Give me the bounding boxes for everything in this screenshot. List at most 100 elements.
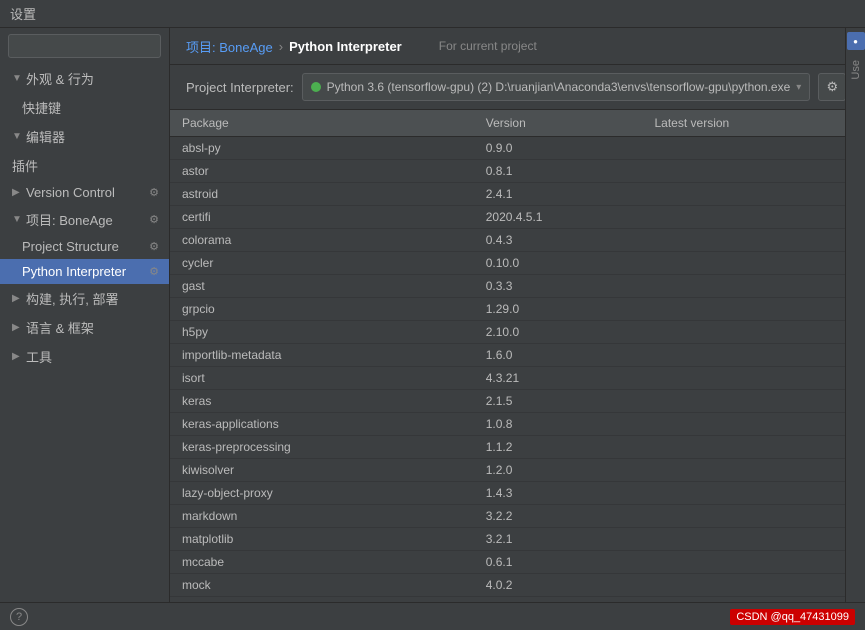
package-version: 0.6.1: [474, 551, 643, 574]
sidebar-item-tools[interactable]: ▶ 工具: [0, 342, 169, 371]
sidebar-section-label: 外观 & 行为: [26, 69, 94, 88]
search-input[interactable]: [15, 39, 154, 53]
table-row[interactable]: colorama0.4.3: [170, 229, 845, 252]
package-version: 3.2.2: [474, 505, 643, 528]
table-row[interactable]: mccabe0.6.1: [170, 551, 845, 574]
package-latest: [643, 459, 846, 482]
package-name: lazy-object-proxy: [170, 482, 474, 505]
table-row[interactable]: importlib-metadata1.6.0: [170, 344, 845, 367]
table-row[interactable]: h5py2.10.0: [170, 321, 845, 344]
main-container: ▼外观 & 行为快捷键▼编辑器插件▶Version Control⚙▼项目: B…: [0, 28, 865, 602]
table-row[interactable]: astroid2.4.1: [170, 183, 845, 206]
sidebar: ▼外观 & 行为快捷键▼编辑器插件▶Version Control⚙▼项目: B…: [0, 28, 170, 602]
package-name: absl-py: [170, 137, 474, 160]
package-name: colorama: [170, 229, 474, 252]
interpreter-row: Project Interpreter: Python 3.6 (tensorf…: [170, 65, 845, 110]
table-row[interactable]: mock4.0.2: [170, 574, 845, 597]
breadcrumb-project[interactable]: 项目: BoneAge: [186, 37, 273, 56]
package-latest: [643, 574, 846, 597]
package-latest: [643, 482, 846, 505]
sidebar-item-build-exec[interactable]: ▶构建, 执行, 部署: [0, 284, 169, 313]
package-latest: [643, 413, 846, 436]
table-row[interactable]: grpcio1.29.0: [170, 298, 845, 321]
tab-bar: For current project: [428, 36, 548, 56]
package-name: grpcio: [170, 298, 474, 321]
sidebar-item-python-interpreter[interactable]: Python Interpreter⚙: [0, 259, 169, 284]
table-row[interactable]: keras2.1.5: [170, 390, 845, 413]
sidebar-item-keymap[interactable]: 快捷键: [0, 93, 169, 122]
config-icon: ⚙: [149, 213, 159, 226]
package-name: mock: [170, 574, 474, 597]
package-tbody: absl-py0.9.0astor0.8.1astroid2.4.1certif…: [170, 137, 845, 603]
sidebar-item-project-boneage[interactable]: ▼项目: BoneAge⚙: [0, 205, 169, 234]
sidebar-item-lang-framework[interactable]: ▶语言 & 框架: [0, 313, 169, 342]
sidebar-item-plugins[interactable]: 插件: [0, 151, 169, 180]
table-row[interactable]: astor0.8.1: [170, 160, 845, 183]
package-latest: [643, 505, 846, 528]
package-latest: [643, 252, 846, 275]
sidebar-item-editor[interactable]: ▼编辑器: [0, 122, 169, 151]
table-row[interactable]: kiwisolver1.2.0: [170, 459, 845, 482]
package-name: mccabe: [170, 551, 474, 574]
bottom-bar: ? CSDN @qq_47431099: [0, 602, 865, 630]
package-latest: [643, 137, 846, 160]
package-latest: [643, 528, 846, 551]
table-row[interactable]: numpy1.18.4: [170, 597, 845, 603]
watermark: CSDN @qq_47431099: [730, 609, 855, 625]
package-name: keras-preprocessing: [170, 436, 474, 459]
table-row[interactable]: cycler0.10.0: [170, 252, 845, 275]
package-version: 2.4.1: [474, 183, 643, 206]
gear-button[interactable]: ⚙: [818, 73, 845, 101]
sidebar-section-label: Version Control: [26, 185, 115, 200]
col-latest[interactable]: Latest version: [643, 110, 846, 137]
package-name: matplotlib: [170, 528, 474, 551]
package-name: certifi: [170, 206, 474, 229]
package-name: astor: [170, 160, 474, 183]
right-panel-green-btn[interactable]: ●: [847, 32, 865, 50]
sidebar-child-label: Project Structure: [22, 239, 119, 254]
table-row[interactable]: absl-py0.9.0: [170, 137, 845, 160]
package-latest: [643, 321, 846, 344]
interpreter-selector[interactable]: Python 3.6 (tensorflow-gpu) (2) D:\ruanj…: [302, 73, 811, 101]
right-panel-tab[interactable]: Use: [848, 54, 864, 86]
breadcrumb-current: Python Interpreter: [289, 39, 402, 54]
search-box[interactable]: [8, 34, 161, 58]
sidebar-item-appearance[interactable]: ▼外观 & 行为: [0, 64, 169, 93]
package-latest: [643, 160, 846, 183]
package-name: markdown: [170, 505, 474, 528]
col-version[interactable]: Version: [474, 110, 643, 137]
table-row[interactable]: isort4.3.21: [170, 367, 845, 390]
package-version: 0.8.1: [474, 160, 643, 183]
package-version: 1.2.0: [474, 459, 643, 482]
config-icon: ⚙: [149, 186, 159, 199]
sidebar-item-version-control[interactable]: ▶Version Control⚙: [0, 180, 169, 205]
package-latest: [643, 344, 846, 367]
col-package[interactable]: Package: [170, 110, 474, 137]
table-row[interactable]: markdown3.2.2: [170, 505, 845, 528]
tab-for-current-project[interactable]: For current project: [428, 36, 548, 56]
table-row[interactable]: keras-applications1.0.8: [170, 413, 845, 436]
help-button[interactable]: ?: [10, 608, 28, 626]
gear-icon: ⚙: [826, 79, 838, 95]
table-row[interactable]: lazy-object-proxy1.4.3: [170, 482, 845, 505]
breadcrumb-separator: ›: [279, 39, 283, 54]
sidebar-section-label: 工具: [26, 347, 52, 366]
table-row[interactable]: certifi2020.4.5.1: [170, 206, 845, 229]
package-latest: [643, 597, 846, 603]
title-bar-text: 设置: [10, 4, 36, 23]
arrow-icon: ▶: [12, 351, 22, 362]
package-version: 1.6.0: [474, 344, 643, 367]
package-version: 4.3.21: [474, 367, 643, 390]
table-row[interactable]: keras-preprocessing1.1.2: [170, 436, 845, 459]
sidebar-item-project-structure[interactable]: Project Structure⚙: [0, 234, 169, 259]
sidebar-child-label: 插件: [12, 156, 38, 175]
sidebar-section-label: 项目: BoneAge: [26, 210, 113, 229]
package-name: keras: [170, 390, 474, 413]
sidebar-items-container: ▼外观 & 行为快捷键▼编辑器插件▶Version Control⚙▼项目: B…: [0, 64, 169, 371]
package-name: astroid: [170, 183, 474, 206]
package-latest: [643, 183, 846, 206]
package-version: 4.0.2: [474, 574, 643, 597]
sidebar-section-label: 构建, 执行, 部署: [26, 289, 118, 308]
table-row[interactable]: gast0.3.3: [170, 275, 845, 298]
table-row[interactable]: matplotlib3.2.1: [170, 528, 845, 551]
